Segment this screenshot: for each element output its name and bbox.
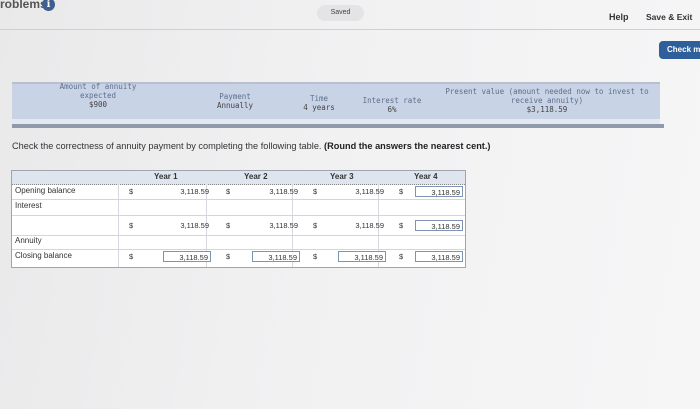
annuity-schedule-table: Year 1 Year 2 Year 3 Year 4 Opening bala… bbox=[11, 170, 466, 268]
interest-label: Interest bbox=[15, 201, 42, 210]
present-value-cell: Present value (amount needed now to inve… bbox=[438, 87, 656, 114]
time-cell: Time 4 years bbox=[294, 94, 344, 112]
currency-symbol: $ bbox=[399, 221, 404, 230]
currency-symbol: $ bbox=[313, 252, 318, 261]
opening-balance-year-2: 3,118.59 bbox=[269, 187, 298, 196]
row-value-year-4[interactable]: 3,118.59 bbox=[415, 220, 463, 231]
payment-value: Annually bbox=[216, 101, 254, 110]
currency-symbol: $ bbox=[226, 221, 231, 230]
save-exit-button[interactable]: Save & Exit bbox=[646, 12, 692, 22]
help-button[interactable]: Help bbox=[609, 12, 629, 22]
header-year-2: Year 2 bbox=[244, 172, 268, 181]
info-icon[interactable]: i bbox=[42, 0, 55, 11]
header-year-3: Year 3 bbox=[330, 172, 354, 181]
amount-value: $900 bbox=[88, 100, 108, 109]
currency-symbol: $ bbox=[313, 221, 318, 230]
opening-balance-year-4[interactable]: 3,118.59 bbox=[415, 186, 463, 197]
rate-value: 6% bbox=[387, 105, 397, 114]
top-bar: roblems i Saved Help Save & Exit bbox=[0, 0, 700, 30]
currency-symbol: $ bbox=[313, 187, 318, 196]
opening-balance-year-3: 3,118.59 bbox=[355, 187, 384, 196]
currency-symbol: $ bbox=[129, 187, 134, 196]
closing-balance-row: Closing balance $ 3,118.59 $ 3,118.59 $ … bbox=[12, 249, 465, 266]
present-value-value: $3,118.59 bbox=[526, 105, 568, 114]
closing-balance-year-3[interactable]: 3,118.59 bbox=[338, 251, 386, 262]
currency-symbol: $ bbox=[129, 221, 134, 230]
currency-symbol: $ bbox=[399, 187, 404, 196]
currency-symbol: $ bbox=[399, 252, 404, 261]
opening-balance-label: Opening balance bbox=[15, 186, 76, 195]
header-year-1: Year 1 bbox=[154, 172, 178, 181]
payment-label: Payment bbox=[219, 92, 251, 101]
top-divider bbox=[0, 29, 700, 30]
closing-balance-year-1[interactable]: 3,118.59 bbox=[163, 251, 211, 262]
amount-label: Amount of annuity expected bbox=[59, 82, 137, 100]
schedule-header-row: Year 1 Year 2 Year 3 Year 4 bbox=[12, 171, 465, 185]
present-value-label: Present value (amount needed now to inve… bbox=[445, 87, 649, 105]
rate-label: Interest rate bbox=[362, 96, 422, 105]
rate-cell: Interest rate 6% bbox=[350, 96, 434, 114]
time-value: 4 years bbox=[303, 103, 335, 112]
instruction-rounding-note: (Round the answers the nearest cent.) bbox=[324, 141, 491, 151]
header-year-4: Year 4 bbox=[414, 172, 438, 181]
saved-status-badge: Saved bbox=[317, 5, 364, 21]
instruction-main: Check the correctness of annuity payment… bbox=[12, 141, 322, 151]
payment-cell: Payment Annually bbox=[202, 92, 268, 110]
instruction-text: Check the correctness of annuity payment… bbox=[12, 141, 490, 151]
annuity-row: Annuity bbox=[12, 235, 465, 250]
annuity-divider bbox=[12, 124, 664, 128]
closing-balance-year-4[interactable]: 3,118.59 bbox=[415, 251, 463, 262]
interest-row: Interest bbox=[12, 199, 465, 216]
row-value-year-2: 3,118.59 bbox=[269, 221, 298, 230]
opening-balance-row: Opening balance $ 3,118.59 $ 3,118.59 $ … bbox=[12, 184, 465, 200]
currency-symbol: $ bbox=[226, 252, 231, 261]
app-title: roblems bbox=[0, 0, 47, 11]
time-label: Time bbox=[309, 94, 329, 103]
amount-cell: Amount of annuity expected $900 bbox=[50, 82, 146, 109]
row-value-year-3: 3,118.59 bbox=[355, 221, 384, 230]
closing-balance-year-2[interactable]: 3,118.59 bbox=[252, 251, 300, 262]
closing-balance-label: Closing balance bbox=[15, 251, 72, 260]
annuity-info-table: Amount of annuity expected $900 Payment … bbox=[12, 82, 660, 121]
currency-symbol: $ bbox=[129, 252, 134, 261]
table-row: $ 3,118.59 $ 3,118.59 $ 3,118.59 $ 3,118… bbox=[12, 215, 465, 236]
currency-symbol: $ bbox=[226, 187, 231, 196]
opening-balance-year-1: 3,118.59 bbox=[180, 187, 209, 196]
check-my-work-button[interactable]: Check m bbox=[659, 41, 700, 59]
row-value-year-1: 3,118.59 bbox=[180, 221, 209, 230]
annuity-label: Annuity bbox=[15, 236, 42, 245]
